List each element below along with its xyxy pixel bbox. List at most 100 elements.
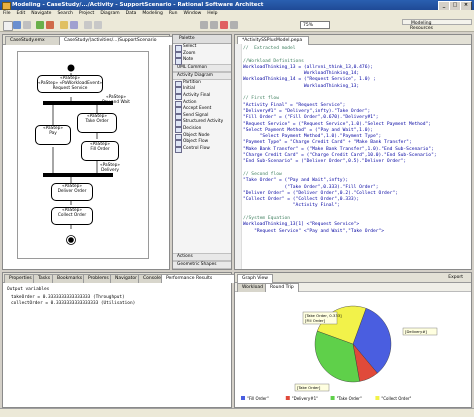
new-icon[interactable]	[3, 21, 13, 31]
palette-control-flow[interactable]: Control Flow	[173, 146, 231, 154]
pie-callout: [Delivery#]	[402, 327, 438, 336]
color-icon[interactable]	[220, 21, 228, 29]
menu-file[interactable]: File	[0, 10, 14, 18]
palette-select[interactable]: Select	[173, 44, 231, 52]
menu-navigate[interactable]: Navigate	[28, 10, 54, 18]
main-toolbar: 75% Modeling Resources	[0, 18, 474, 32]
menu-run[interactable]: Run	[166, 10, 181, 18]
palette-zoom[interactable]: Zoom	[173, 51, 231, 59]
perspective-resources[interactable]: Resources	[402, 25, 472, 31]
legend-swatch	[285, 396, 290, 400]
graph-subtabs: Workload Round Trip	[235, 283, 471, 292]
menu-data[interactable]: Data	[123, 10, 140, 18]
perspective-switcher: Modeling Resources	[402, 19, 472, 31]
palette-decision[interactable]: Decision	[173, 126, 231, 134]
window-title-bar: Modeling - CaseStudy/.../Activity - Supp…	[0, 0, 474, 11]
node-collect-order[interactable]: «PaStep» Collect Order	[51, 207, 93, 225]
legend-swatch	[375, 396, 380, 400]
node-pay-wait-label: «PaStep» Pay and Wait	[102, 95, 130, 105]
print-icon[interactable]	[23, 21, 31, 29]
code-line: "Request Service" <"Pay and Wait","Take …	[243, 228, 385, 234]
palette-structured-activity[interactable]: Structured Activity	[173, 119, 231, 127]
palette-partition[interactable]: Partition	[173, 80, 231, 88]
code-line: "Request Service" = ("Request Service",1…	[243, 121, 432, 127]
palette-note[interactable]: Note	[173, 57, 231, 65]
legend-swatch	[241, 396, 245, 400]
node-pay[interactable]: «PaStep» Pay	[35, 125, 71, 145]
initial-node	[67, 64, 75, 72]
graph-view-tabs: Graph View Export	[235, 273, 471, 283]
node-request-service[interactable]: «PaStep» «PaStep» «PaWorkloadEvent» Requ…	[37, 75, 103, 93]
code-editor-tabs: *ActivitySSPlusModel.pepa	[235, 35, 471, 45]
zoom-select[interactable]: 75%	[300, 21, 330, 29]
tab-workload[interactable]: Workload	[237, 283, 269, 292]
pepa-code-editor[interactable]: *ActivitySSPlusModel.pepa // Extracted m…	[234, 34, 472, 270]
tab-round-trip[interactable]: Round Trip	[265, 283, 299, 292]
performance-results-view: Properties Tasks Bookmarks Problems Navi…	[2, 272, 241, 408]
palette-section-activity-diagram[interactable]: Activity Diagram	[173, 71, 231, 80]
undo-icon[interactable]	[84, 21, 92, 29]
pie-chart: [Take Order, 0.333][Fill Order] [Delivery…	[241, 305, 438, 401]
palette-activity-final[interactable]: Activity Final	[173, 93, 231, 101]
callout-text: [Delivery#]	[405, 329, 427, 334]
palette-initial[interactable]: Initial	[173, 86, 231, 94]
editor-gutter	[235, 44, 242, 269]
legend-label: "Fill Order"	[247, 396, 269, 401]
bottom-left-tabs: Properties Tasks Bookmarks Problems Navi…	[3, 273, 241, 283]
save-icon[interactable]	[13, 21, 21, 29]
palette-object-flow[interactable]: Object Flow	[173, 139, 231, 147]
palette-section-actions[interactable]: Actions	[173, 253, 231, 261]
palette-section-uml-common[interactable]: UML Common	[173, 63, 231, 72]
diagram-editor: CaseStudy.emx CaseStudy/(activities/...)…	[2, 34, 177, 270]
palette-section-geometric-shapes[interactable]: Geometric Shapes	[173, 261, 231, 269]
menu-project[interactable]: Project	[76, 10, 97, 18]
legend-label: "Collect Order"	[381, 396, 411, 401]
legend-label: "Take Order"	[337, 396, 362, 401]
tab-bookmarks[interactable]: Bookmarks	[52, 274, 88, 283]
window-title: Modeling - CaseStudy/.../Activity - Supp…	[12, 2, 264, 8]
join-bar	[43, 173, 113, 177]
code-line: "Payment Type" = "Charge Credit Card" + …	[243, 140, 412, 146]
callout-text: [Fill Order]	[305, 318, 326, 323]
output-variables-heading: Output variables	[7, 287, 50, 292]
code-text: // Extracted model //Workload Definition…	[243, 46, 437, 235]
pie-callout: [Take Order, 0.333][Fill Order]	[302, 311, 342, 325]
line-style-icon[interactable]	[230, 21, 238, 29]
palette: Palette Select Zoom Note UML Common Acti…	[172, 34, 232, 270]
pie-callout: [Take Order]	[294, 383, 330, 392]
status-bar	[0, 408, 474, 417]
redo-icon[interactable]	[94, 21, 102, 29]
graph-view: Graph View Export Workload Round Trip [T…	[234, 272, 472, 408]
legend-label: "Delivery#1"	[292, 396, 318, 401]
palette-accept-event[interactable]: Accept Event	[173, 106, 231, 114]
menu-search[interactable]: Search	[54, 10, 75, 18]
open-folder-icon[interactable]	[60, 21, 68, 29]
font-icon[interactable]	[210, 21, 218, 29]
node-delivery-label: «PaStep» Delivery	[99, 163, 121, 173]
tab-pepa-model[interactable]: *ActivitySSPlusModel.pepa	[237, 36, 309, 45]
app-icon	[2, 2, 11, 10]
legend-swatch	[330, 396, 335, 400]
debug-icon[interactable]	[46, 21, 54, 29]
menu-edit[interactable]: Edit	[14, 10, 29, 18]
node-deliver-order[interactable]: «PaStep» Deliver Order	[51, 183, 93, 201]
callout-text: [Take Order]	[297, 385, 321, 390]
tab-properties[interactable]: Properties	[4, 274, 37, 283]
menu-window[interactable]: Window	[181, 10, 205, 18]
note-icon	[175, 58, 182, 65]
search-icon[interactable]	[70, 21, 78, 29]
menu-diagram[interactable]: Diagram	[97, 10, 122, 18]
palette-title: Palette	[173, 35, 231, 44]
menu-help[interactable]: Help	[204, 10, 220, 18]
align-icon[interactable]	[200, 21, 208, 29]
menu-modeling[interactable]: Modeling	[139, 10, 165, 18]
control-flow-icon	[175, 146, 182, 154]
tab-performance-results[interactable]: Performance Results	[161, 274, 241, 283]
menu-bar: File Edit Navigate Search Project Diagram Data…	[0, 10, 474, 18]
run-icon[interactable]	[36, 21, 44, 29]
export-button[interactable]: Export	[448, 274, 463, 282]
node-take-order[interactable]: «PaStep» Take Order	[77, 113, 117, 133]
node-fill-order[interactable]: «PaStep» Fill Order	[81, 141, 119, 161]
tab-graph-view[interactable]: Graph View	[237, 274, 273, 283]
result-row[interactable]: collectOrder = 0.3333333333333333 (Utili…	[11, 301, 135, 307]
